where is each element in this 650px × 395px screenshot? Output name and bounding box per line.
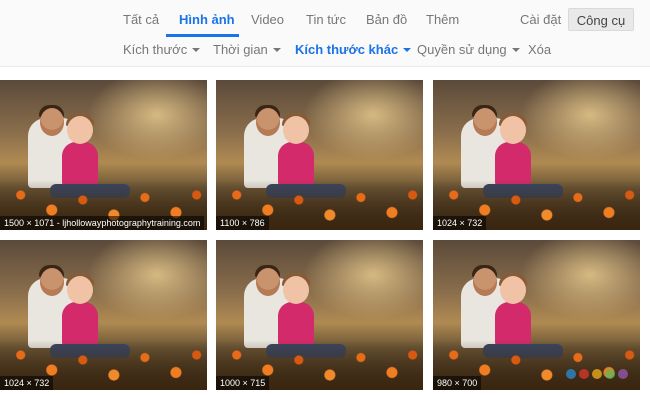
image-caption: 980 × 700 bbox=[433, 376, 482, 390]
image-result[interactable]: 980 × 700 bbox=[433, 240, 640, 390]
image-caption: 1024 × 732 bbox=[0, 376, 54, 390]
tab-video[interactable]: Video bbox=[251, 12, 284, 27]
chevron-down-icon bbox=[272, 47, 281, 52]
tab-all[interactable]: Tất cả bbox=[123, 12, 159, 27]
image-caption: 1024 × 732 bbox=[433, 216, 487, 230]
search-tabs: Tất cả Hình ảnh Video Tin tức Bản đồ Thê… bbox=[0, 0, 650, 37]
filter-other-size-label: Kích thước khác bbox=[295, 42, 399, 57]
filter-size-label: Kích thước bbox=[123, 42, 188, 57]
tab-more[interactable]: Thêm bbox=[426, 12, 459, 27]
filter-clear[interactable]: Xóa bbox=[528, 42, 551, 57]
filter-time-label: Thời gian bbox=[213, 42, 268, 57]
tab-news[interactable]: Tin tức bbox=[306, 12, 346, 27]
chevron-down-icon bbox=[511, 47, 520, 52]
image-result[interactable]: 1500 × 1071 - ljhollowayphotographytrain… bbox=[0, 80, 207, 230]
image-result[interactable]: 1024 × 732 bbox=[0, 240, 207, 390]
filter-bar: Kích thước Thời gian Kích thước khác Quy… bbox=[0, 36, 650, 64]
filter-size[interactable]: Kích thước bbox=[123, 42, 201, 57]
image-result[interactable]: 1024 × 732 bbox=[433, 80, 640, 230]
tab-maps[interactable]: Bản đồ bbox=[366, 12, 407, 27]
filter-time[interactable]: Thời gian bbox=[213, 42, 281, 57]
chevron-down-icon bbox=[192, 47, 201, 52]
image-caption: 1500 × 1071 - ljhollowayphotographytrain… bbox=[0, 216, 205, 230]
filter-other-size[interactable]: Kích thước khác bbox=[295, 42, 412, 57]
search-toolbar: Tất cả Hình ảnh Video Tin tức Bản đồ Thê… bbox=[0, 0, 650, 67]
filter-usage-rights[interactable]: Quyền sử dụng bbox=[417, 42, 520, 57]
image-caption: 1100 × 786 bbox=[216, 216, 269, 230]
image-result[interactable]: 1000 × 715 bbox=[216, 240, 423, 390]
filter-usage-rights-label: Quyền sử dụng bbox=[417, 42, 507, 57]
tab-images[interactable]: Hình ảnh bbox=[179, 12, 235, 27]
watermark-dots bbox=[563, 366, 628, 384]
image-caption: 1000 × 715 bbox=[216, 376, 270, 390]
image-result[interactable]: 1100 × 786 bbox=[216, 80, 423, 230]
settings-link[interactable]: Cài đặt bbox=[520, 12, 561, 27]
tools-button[interactable]: Công cụ bbox=[568, 8, 634, 31]
chevron-down-icon bbox=[403, 47, 412, 52]
